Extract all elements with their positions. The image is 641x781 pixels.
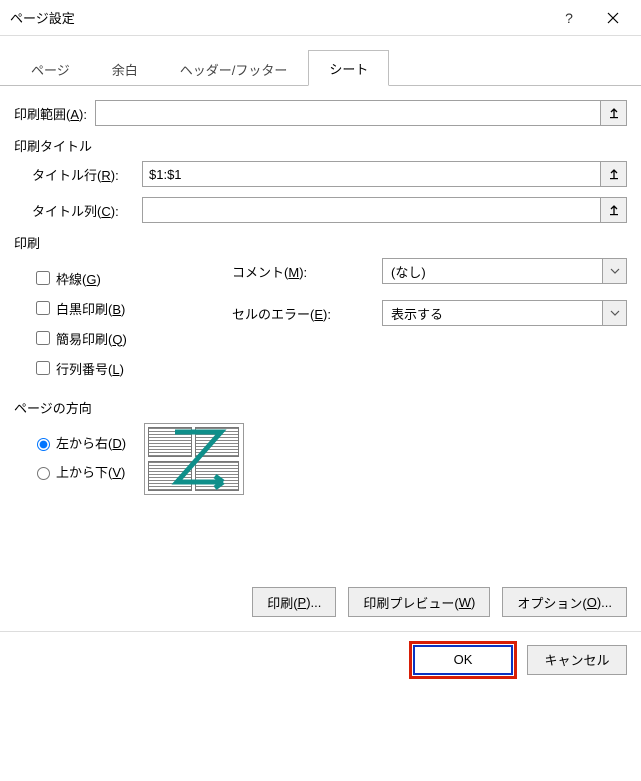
page-order-illustration bbox=[144, 423, 244, 495]
options-button[interactable]: オプション(O)... bbox=[502, 587, 627, 617]
cell-errors-combo[interactable]: 表示する bbox=[382, 300, 627, 326]
collapse-dialog-icon bbox=[608, 204, 620, 216]
title-cols-input[interactable] bbox=[142, 197, 601, 223]
gridlines-checkbox[interactable]: 枠線(G) bbox=[32, 268, 232, 288]
dialog-title: ページ設定 bbox=[10, 8, 547, 27]
cancel-button[interactable]: キャンセル bbox=[527, 645, 627, 675]
print-area-ref-button[interactable] bbox=[601, 100, 627, 126]
tab-header-footer[interactable]: ヘッダー/フッター bbox=[159, 51, 309, 86]
close-button[interactable] bbox=[591, 3, 635, 33]
page-order-heading: ページの方向 bbox=[14, 398, 627, 417]
draft-checkbox[interactable]: 簡易印刷(Q) bbox=[32, 328, 232, 348]
comments-label: コメント(M): bbox=[232, 262, 382, 281]
tab-page[interactable]: ページ bbox=[10, 51, 91, 86]
title-rows-input[interactable] bbox=[142, 161, 601, 187]
comments-combo[interactable]: (なし) bbox=[382, 258, 627, 284]
print-preview-button[interactable]: 印刷プレビュー(W) bbox=[348, 587, 490, 617]
close-icon bbox=[607, 12, 619, 24]
cell-errors-label: セルのエラー(E): bbox=[232, 304, 382, 323]
print-area-input[interactable] bbox=[95, 100, 601, 126]
tab-margins[interactable]: 余白 bbox=[91, 51, 159, 86]
help-button[interactable]: ? bbox=[547, 3, 591, 33]
chevron-down-icon bbox=[602, 301, 626, 325]
over-then-down-radio[interactable]: 左から右(D) bbox=[32, 433, 126, 452]
ok-button[interactable]: OK bbox=[413, 645, 513, 675]
down-then-over-radio[interactable]: 上から下(V) bbox=[32, 462, 126, 481]
title-cols-label: タイトル列(C): bbox=[32, 201, 134, 220]
print-button[interactable]: 印刷(P)... bbox=[252, 587, 336, 617]
tab-sheet[interactable]: シート bbox=[308, 50, 389, 86]
print-heading: 印刷 bbox=[14, 233, 627, 252]
title-rows-label: タイトル行(R): bbox=[32, 165, 134, 184]
collapse-dialog-icon bbox=[608, 107, 620, 119]
title-cols-ref-button[interactable] bbox=[601, 197, 627, 223]
bw-checkbox[interactable]: 白黒印刷(B) bbox=[32, 298, 232, 318]
title-rows-ref-button[interactable] bbox=[601, 161, 627, 187]
chevron-down-icon bbox=[602, 259, 626, 283]
headings-checkbox[interactable]: 行列番号(L) bbox=[32, 358, 232, 378]
collapse-dialog-icon bbox=[608, 168, 620, 180]
print-titles-heading: 印刷タイトル bbox=[14, 136, 627, 155]
print-area-label: 印刷範囲(A): bbox=[14, 104, 87, 123]
